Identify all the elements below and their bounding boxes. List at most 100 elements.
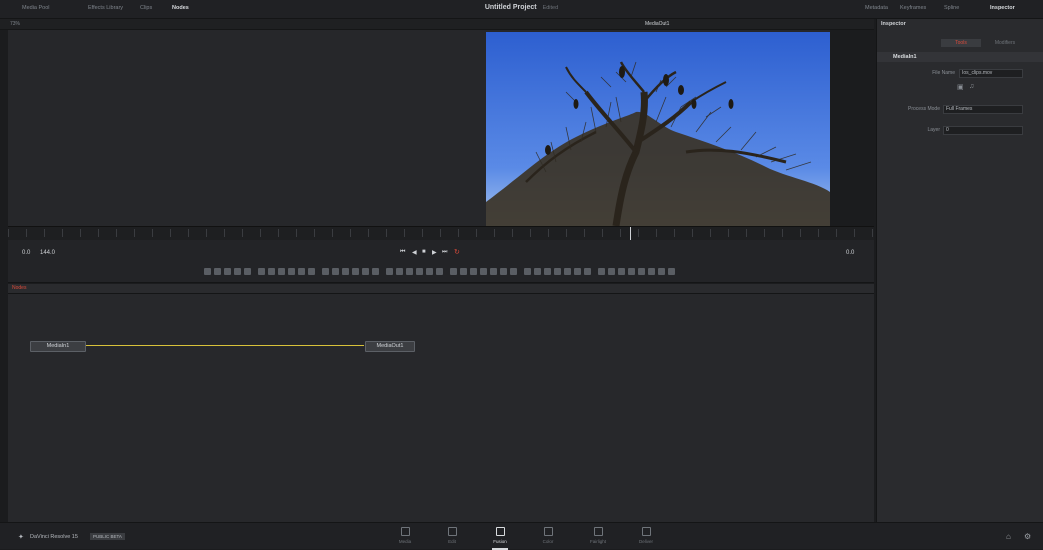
media-out-node[interactable]: MediaOut1: [365, 341, 415, 352]
page-color[interactable]: Color: [528, 527, 568, 544]
ruler-tick: [458, 229, 459, 237]
zoom-level[interactable]: 73%: [10, 21, 20, 27]
page-edit[interactable]: Edit: [432, 527, 472, 544]
fusion-tool-icon[interactable]: [470, 268, 477, 275]
fusion-tool-icon[interactable]: [426, 268, 433, 275]
fusion-tool-icon[interactable]: [204, 268, 211, 275]
fusion-tool-icon[interactable]: [618, 268, 625, 275]
fusion-tool-icon[interactable]: [278, 268, 285, 275]
fusion-tool-icon[interactable]: [372, 268, 379, 275]
fusion-tool-icon[interactable]: [668, 268, 675, 275]
fusion-tool-icon[interactable]: [564, 268, 571, 275]
ruler-tick: [530, 229, 531, 237]
keyframes-button[interactable]: Keyframes: [900, 5, 926, 11]
node-header-row[interactable]: MediaIn1: [877, 52, 1043, 62]
fusion-tool-icon[interactable]: [352, 268, 359, 275]
current-frame-field[interactable]: 0.0: [846, 250, 854, 256]
viewer-left[interactable]: [8, 30, 486, 226]
loop-icon[interactable]: ↻: [454, 248, 460, 256]
fusion-tool-icon[interactable]: [510, 268, 517, 275]
ruler-tick: [314, 229, 315, 237]
fusion-tool-icon[interactable]: [224, 268, 231, 275]
fusion-tool-icon[interactable]: [396, 268, 403, 275]
inspector-button[interactable]: Inspector: [990, 5, 1015, 11]
fusion-tool-icon[interactable]: [638, 268, 645, 275]
settings-gear-icon[interactable]: ⚙: [1024, 532, 1031, 541]
audio-icon[interactable]: ♫: [969, 83, 974, 90]
ruler-tick: [80, 229, 81, 237]
top-menu-bar: Media Pool Effects Library Clips Nodes U…: [0, 0, 1043, 19]
fusion-tool-icon[interactable]: [268, 268, 275, 275]
fusion-tool-icon[interactable]: [450, 268, 457, 275]
fusion-tool-icon[interactable]: [234, 268, 241, 275]
tools-tab[interactable]: Tools: [941, 39, 981, 47]
ruler-tick: [728, 229, 729, 237]
fusion-tool-icon[interactable]: [534, 268, 541, 275]
page-label: Color: [542, 539, 554, 544]
fusion-tool-icon[interactable]: [480, 268, 487, 275]
ruler-tick: [44, 229, 45, 237]
fusion-tool-icon[interactable]: [584, 268, 591, 275]
fusion-tool-icon[interactable]: [288, 268, 295, 275]
deliver-page-icon: [641, 527, 651, 536]
fusion-tool-icon[interactable]: [214, 268, 221, 275]
layer-field[interactable]: 0: [943, 126, 1023, 135]
fusion-tool-icon[interactable]: [460, 268, 467, 275]
fusion-tool-icon[interactable]: [574, 268, 581, 275]
fusion-tool-icon[interactable]: [406, 268, 413, 275]
page-fusion[interactable]: Fusion: [480, 527, 520, 550]
fusion-tool-icon[interactable]: [544, 268, 551, 275]
modifiers-tab[interactable]: Modifiers: [985, 39, 1025, 47]
page-media[interactable]: Media: [385, 527, 425, 544]
home-icon[interactable]: ⌂: [1006, 532, 1011, 541]
skip-forward-button[interactable]: ⏭: [442, 249, 447, 256]
metadata-button[interactable]: Metadata: [865, 5, 888, 11]
play-button[interactable]: ▶: [432, 249, 437, 256]
page-fairlight[interactable]: Fairlight: [578, 527, 618, 544]
media-in-node[interactable]: MediaIn1: [30, 341, 86, 352]
viewer-clip-name: MediaOut1: [645, 21, 670, 27]
beta-badge: PUBLIC BETA: [90, 533, 125, 540]
fusion-tool-icon[interactable]: [244, 268, 251, 275]
stop-button[interactable]: ■: [422, 249, 426, 255]
fusion-tool-icon[interactable]: [490, 268, 497, 275]
spline-button[interactable]: Spline: [944, 5, 959, 11]
ruler-tick: [278, 229, 279, 237]
fusion-tool-icon[interactable]: [258, 268, 265, 275]
ruler-tick: [566, 229, 567, 237]
timeline-ruler[interactable]: [8, 226, 874, 241]
node-editor-tab[interactable]: Nodes: [12, 285, 26, 291]
fusion-tool-icon[interactable]: [416, 268, 423, 275]
ruler-tick: [332, 229, 333, 237]
page-deliver[interactable]: Deliver: [626, 527, 666, 544]
fusion-tool-icon[interactable]: [298, 268, 305, 275]
skip-back-button[interactable]: ⏮: [400, 249, 405, 256]
ruler-tick: [548, 229, 549, 237]
fusion-tool-icon[interactable]: [598, 268, 605, 275]
file-name-field[interactable]: Ios_clips.mov: [959, 69, 1023, 78]
process-mode-select[interactable]: Full Frames: [943, 105, 1023, 114]
playhead[interactable]: [630, 227, 631, 240]
fusion-tool-icon[interactable]: [658, 268, 665, 275]
render-end-field[interactable]: 144.0: [40, 250, 55, 256]
fusion-tool-icon[interactable]: [332, 268, 339, 275]
play-reverse-button[interactable]: ◀: [412, 249, 417, 256]
render-start-field[interactable]: 0.0: [22, 250, 30, 256]
fusion-tool-icon[interactable]: [628, 268, 635, 275]
fusion-tool-icon[interactable]: [342, 268, 349, 275]
fusion-tool-icon[interactable]: [524, 268, 531, 275]
fusion-tool-icon[interactable]: [500, 268, 507, 275]
image-icon[interactable]: ▣: [957, 83, 964, 91]
fusion-tool-icon[interactable]: [308, 268, 315, 275]
fusion-tool-icon[interactable]: [554, 268, 561, 275]
fusion-tool-icon[interactable]: [608, 268, 615, 275]
node-editor-canvas[interactable]: [8, 294, 874, 522]
page-label: Fusion: [493, 539, 507, 544]
fusion-tool-icon[interactable]: [436, 268, 443, 275]
fusion-tool-icon[interactable]: [322, 268, 329, 275]
fusion-tool-icon[interactable]: [648, 268, 655, 275]
transport-bar: 0.0 144.0 ⏮ ◀ ■ ▶ ⏭ ↻ 0.0: [8, 240, 874, 264]
tree-image: [486, 32, 830, 226]
fusion-tool-icon[interactable]: [362, 268, 369, 275]
fusion-tool-icon[interactable]: [386, 268, 393, 275]
